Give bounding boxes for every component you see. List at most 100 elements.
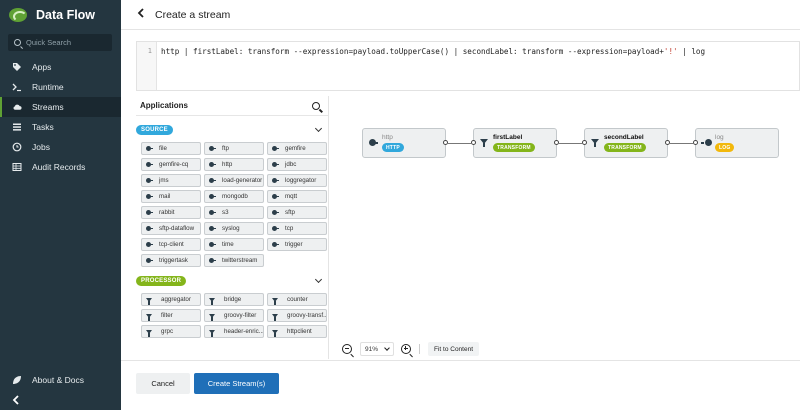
source-app-icon [146, 258, 153, 263]
stream-node-secondlabel[interactable]: secondLabel TRANSFORM [582, 128, 670, 158]
palette-title: Applications [140, 101, 189, 110]
app-tile[interactable]: s3 [204, 206, 264, 219]
app-tile[interactable]: http [204, 158, 264, 171]
create-stream-button[interactable]: Create Stream(s) [194, 373, 279, 394]
source-app-icon [209, 210, 216, 215]
quick-search-input[interactable]: Quick Search [8, 34, 112, 51]
connection-line [559, 143, 582, 144]
back-arrow-icon[interactable] [137, 8, 145, 21]
sidebar-item-tasks[interactable]: Tasks [0, 117, 121, 137]
brand[interactable]: Data Flow [0, 0, 121, 30]
sidebar-item-jobs[interactable]: Jobs [0, 137, 121, 157]
stream-dsl-editor[interactable]: 1 http | firstLabel: transform --express… [136, 41, 800, 91]
app-tile[interactable]: tcp-client [141, 238, 201, 251]
app-tile[interactable]: grpc [141, 325, 201, 338]
collapse-sidebar-button[interactable] [0, 392, 121, 410]
app-tile[interactable]: rabbit [141, 206, 201, 219]
app-tile[interactable]: mqtt [267, 190, 327, 203]
sidebar-item-label: About & Docs [32, 375, 84, 385]
app-tile[interactable]: aggregator [141, 293, 201, 306]
app-tile[interactable]: sftp [267, 206, 327, 219]
input-port[interactable] [693, 140, 698, 145]
group-header-processor[interactable]: PROCESSOR [136, 274, 328, 288]
app-tile[interactable]: load-generator [204, 174, 264, 187]
app-tile[interactable]: bridge [204, 293, 264, 306]
filter-icon [146, 329, 152, 337]
page-title: Create a stream [155, 8, 231, 21]
sidebar-item-about[interactable]: About & Docs [0, 370, 121, 390]
sidebar-item-streams[interactable]: Streams [0, 97, 121, 117]
stream-node-log[interactable]: log LOG [693, 128, 779, 158]
node-name: log [715, 134, 724, 141]
source-app-icon [272, 178, 279, 183]
app-tile-label: mqtt [285, 193, 298, 200]
app-tile-label: counter [287, 296, 308, 303]
app-tile[interactable]: time [204, 238, 264, 251]
input-port[interactable] [582, 140, 587, 145]
stream-node-firstlabel[interactable]: firstLabel TRANSFORM [471, 128, 559, 158]
node-type-badge: TRANSFORM [493, 143, 535, 152]
filter-icon [209, 297, 215, 305]
group-badge: PROCESSOR [136, 276, 187, 286]
app-tile[interactable]: ftp [204, 142, 264, 155]
app-tile[interactable]: httpclient [267, 325, 327, 338]
app-tile[interactable]: twitterstream [204, 254, 264, 267]
app-tile[interactable]: file [141, 142, 201, 155]
fit-to-content-button[interactable]: Fit to Content [428, 342, 480, 356]
zoom-select[interactable]: 91% [360, 342, 394, 356]
app-tile-label: ftp [222, 145, 229, 152]
app-tile[interactable]: gemfire [267, 142, 327, 155]
group-badge: SOURCE [136, 125, 173, 135]
app-tile-label: httpclient [287, 328, 312, 335]
app-tile-label: load-generator [222, 177, 263, 184]
source-app-icon [272, 146, 279, 151]
source-app-icon [146, 226, 153, 231]
source-app-icon [209, 146, 216, 151]
app-tile[interactable]: syslog [204, 222, 264, 235]
app-tile-label: file [159, 145, 167, 152]
stream-node-http[interactable]: http HTTP [362, 128, 448, 158]
sidebar-item-label: Audit Records [32, 162, 86, 172]
zoom-in-icon[interactable] [401, 344, 413, 358]
dsl-code[interactable]: http | firstLabel: transform --expressio… [157, 42, 705, 90]
app-tile-label: s3 [222, 209, 229, 216]
input-port[interactable] [471, 140, 476, 145]
app-tile[interactable]: mongodb [204, 190, 264, 203]
flow-canvas[interactable]: http HTTP firstLabel TRANSFORM secondLabel TR… [330, 96, 800, 359]
app-tile[interactable]: counter [267, 293, 327, 306]
filter-icon [272, 329, 278, 337]
app-tile[interactable]: groovy-filter [204, 309, 264, 322]
app-tile[interactable]: triggertask [141, 254, 201, 267]
terminal-icon [12, 82, 22, 92]
app-tile[interactable]: loggregator [267, 174, 327, 187]
app-tile[interactable]: trigger [267, 238, 327, 251]
page-header: Create a stream [121, 0, 800, 30]
app-tile-label: header-enric... [224, 328, 264, 335]
group-header-source[interactable]: SOURCE [136, 123, 328, 137]
app-tile[interactable]: header-enric... [204, 325, 264, 338]
app-tile-label: grpc [161, 328, 174, 335]
sink-app-icon [701, 139, 712, 146]
app-tile[interactable]: groovy-transf... [267, 309, 327, 322]
chevron-down-icon [384, 345, 390, 351]
sidebar-item-runtime[interactable]: Runtime [0, 77, 121, 97]
sidebar-item-apps[interactable]: Apps [0, 57, 121, 77]
sidebar-item-audit-records[interactable]: Audit Records [0, 157, 121, 177]
app-tile[interactable]: jms [141, 174, 201, 187]
chevron-down-icon[interactable] [314, 124, 323, 133]
app-tile[interactable]: jdbc [267, 158, 327, 171]
zoom-out-icon[interactable] [342, 344, 354, 358]
footer: Cancel Create Stream(s) [121, 360, 800, 410]
search-icon[interactable] [312, 101, 320, 110]
leaf-icon [12, 375, 22, 385]
app-tile[interactable]: filter [141, 309, 201, 322]
connection-line [448, 143, 471, 144]
node-type-badge: LOG [715, 143, 735, 152]
cancel-button[interactable]: Cancel [136, 373, 190, 394]
app-tile[interactable]: sftp-dataflow [141, 222, 201, 235]
app-tile[interactable]: tcp [267, 222, 327, 235]
app-tile[interactable]: gemfire-cq [141, 158, 201, 171]
chevron-down-icon[interactable] [314, 275, 323, 284]
cloud-icon [12, 102, 22, 112]
app-tile[interactable]: mail [141, 190, 201, 203]
